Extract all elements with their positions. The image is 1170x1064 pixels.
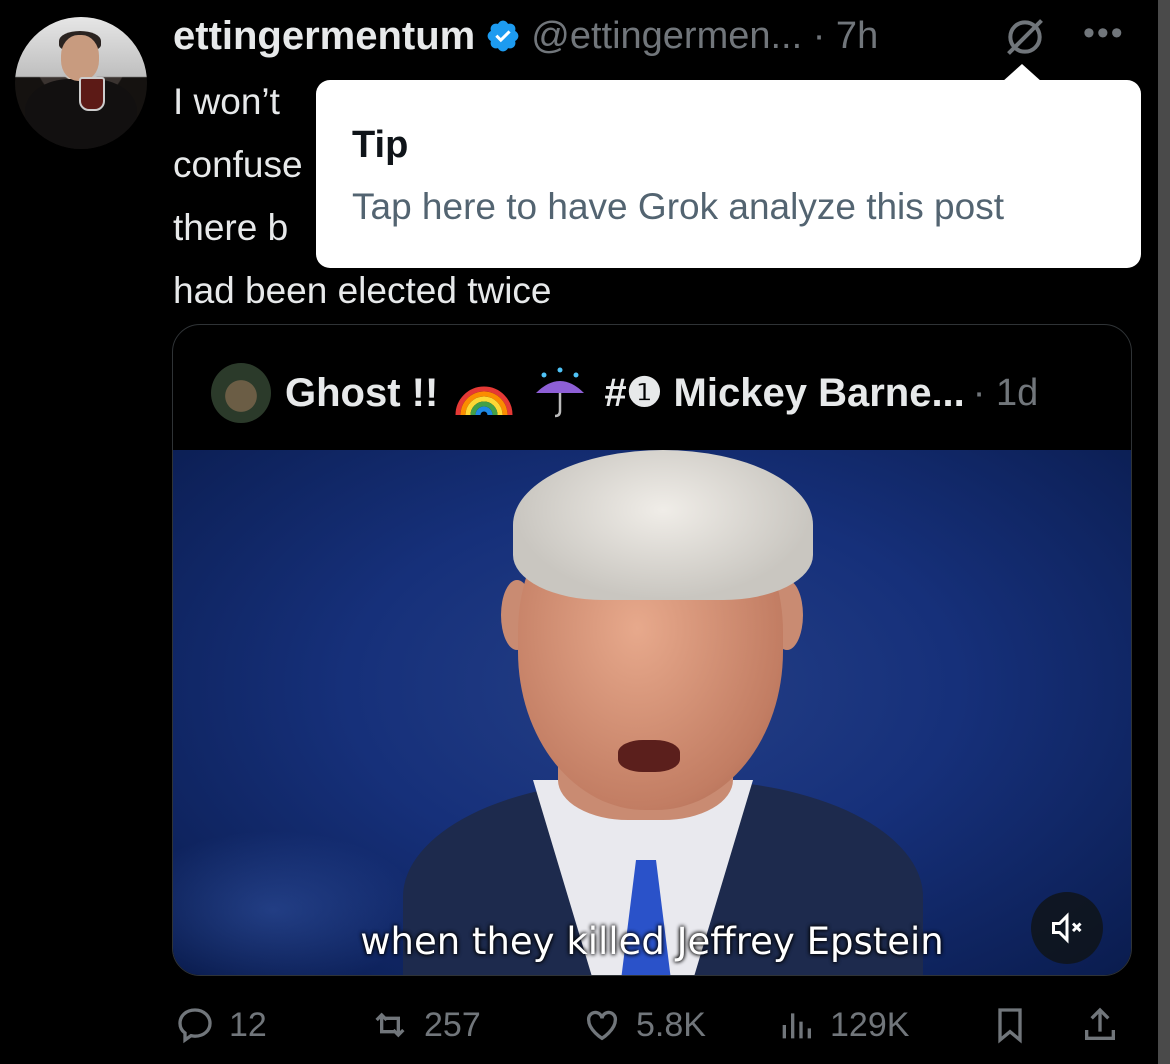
author-name[interactable]: ettingermentum	[173, 14, 475, 59]
umbrella-rain-emoji	[536, 367, 585, 418]
like-count: 5.8K	[636, 1005, 706, 1044]
quoted-post[interactable]: Ghost !! #❶ Mickey Barne... · 1d when th…	[172, 324, 1132, 976]
scrollbar[interactable]	[1158, 0, 1170, 1064]
post-header: ettingermentum @ettingermen... · 7h	[173, 12, 878, 60]
quoted-author-name-suffix[interactable]: #❶ Mickey Barne...	[604, 370, 964, 416]
repost-count: 257	[424, 1005, 481, 1044]
bookmark-icon	[998, 1008, 1022, 1044]
views-icon	[782, 1013, 811, 1039]
verified-badge-icon	[487, 20, 519, 52]
video-subtitle: when they killed Jeffrey Epstein	[360, 920, 944, 963]
quoted-author-avatar[interactable]	[211, 363, 271, 423]
post-text-line: I won’t	[173, 81, 280, 122]
repost-button[interactable]: 257	[370, 995, 481, 1055]
rainbow-emoji	[455, 386, 513, 416]
views-button[interactable]: 129K	[776, 995, 909, 1055]
video-subject-mouth	[618, 740, 680, 772]
reply-icon	[178, 1008, 212, 1044]
reply-button[interactable]: 12	[175, 995, 267, 1055]
like-button[interactable]: 5.8K	[582, 995, 706, 1055]
more-icon[interactable]: •••	[1083, 14, 1125, 53]
post-text-line: confuse	[173, 144, 303, 185]
reply-count: 12	[229, 1005, 267, 1044]
tip-text: Tap here to have Grok analyze this post	[352, 186, 1004, 227]
views-count: 129K	[830, 1005, 910, 1044]
video-subject-hair	[513, 450, 813, 600]
video-player[interactable]: when they killed Jeffrey Epstein	[173, 450, 1131, 975]
share-icon	[1085, 1007, 1115, 1040]
repost-icon	[375, 1012, 405, 1038]
quoted-post-header: Ghost !! #❶ Mickey Barne... · 1d	[211, 363, 1038, 423]
quoted-post-time[interactable]: · 1d	[973, 372, 1038, 415]
share-button[interactable]	[1080, 995, 1134, 1055]
author-avatar[interactable]	[15, 17, 147, 149]
post-text-line: had been elected twice	[173, 270, 552, 311]
quoted-author-name[interactable]: Ghost !!	[285, 371, 438, 416]
grok-icon[interactable]	[1003, 15, 1047, 59]
mute-icon	[1052, 912, 1082, 944]
bookmark-button[interactable]	[990, 995, 1044, 1055]
post-text-line: there b	[173, 207, 289, 248]
tip-popover[interactable]: Tip Tap here to have Grok analyze this p…	[316, 80, 1141, 268]
post-action-bar: 12 257 5.8K 129K	[0, 995, 1170, 1055]
mute-button[interactable]	[1031, 892, 1103, 964]
author-handle-time[interactable]: @ettingermen... · 7h	[531, 15, 878, 58]
like-icon	[586, 1010, 618, 1041]
tip-title: Tip	[352, 124, 409, 166]
